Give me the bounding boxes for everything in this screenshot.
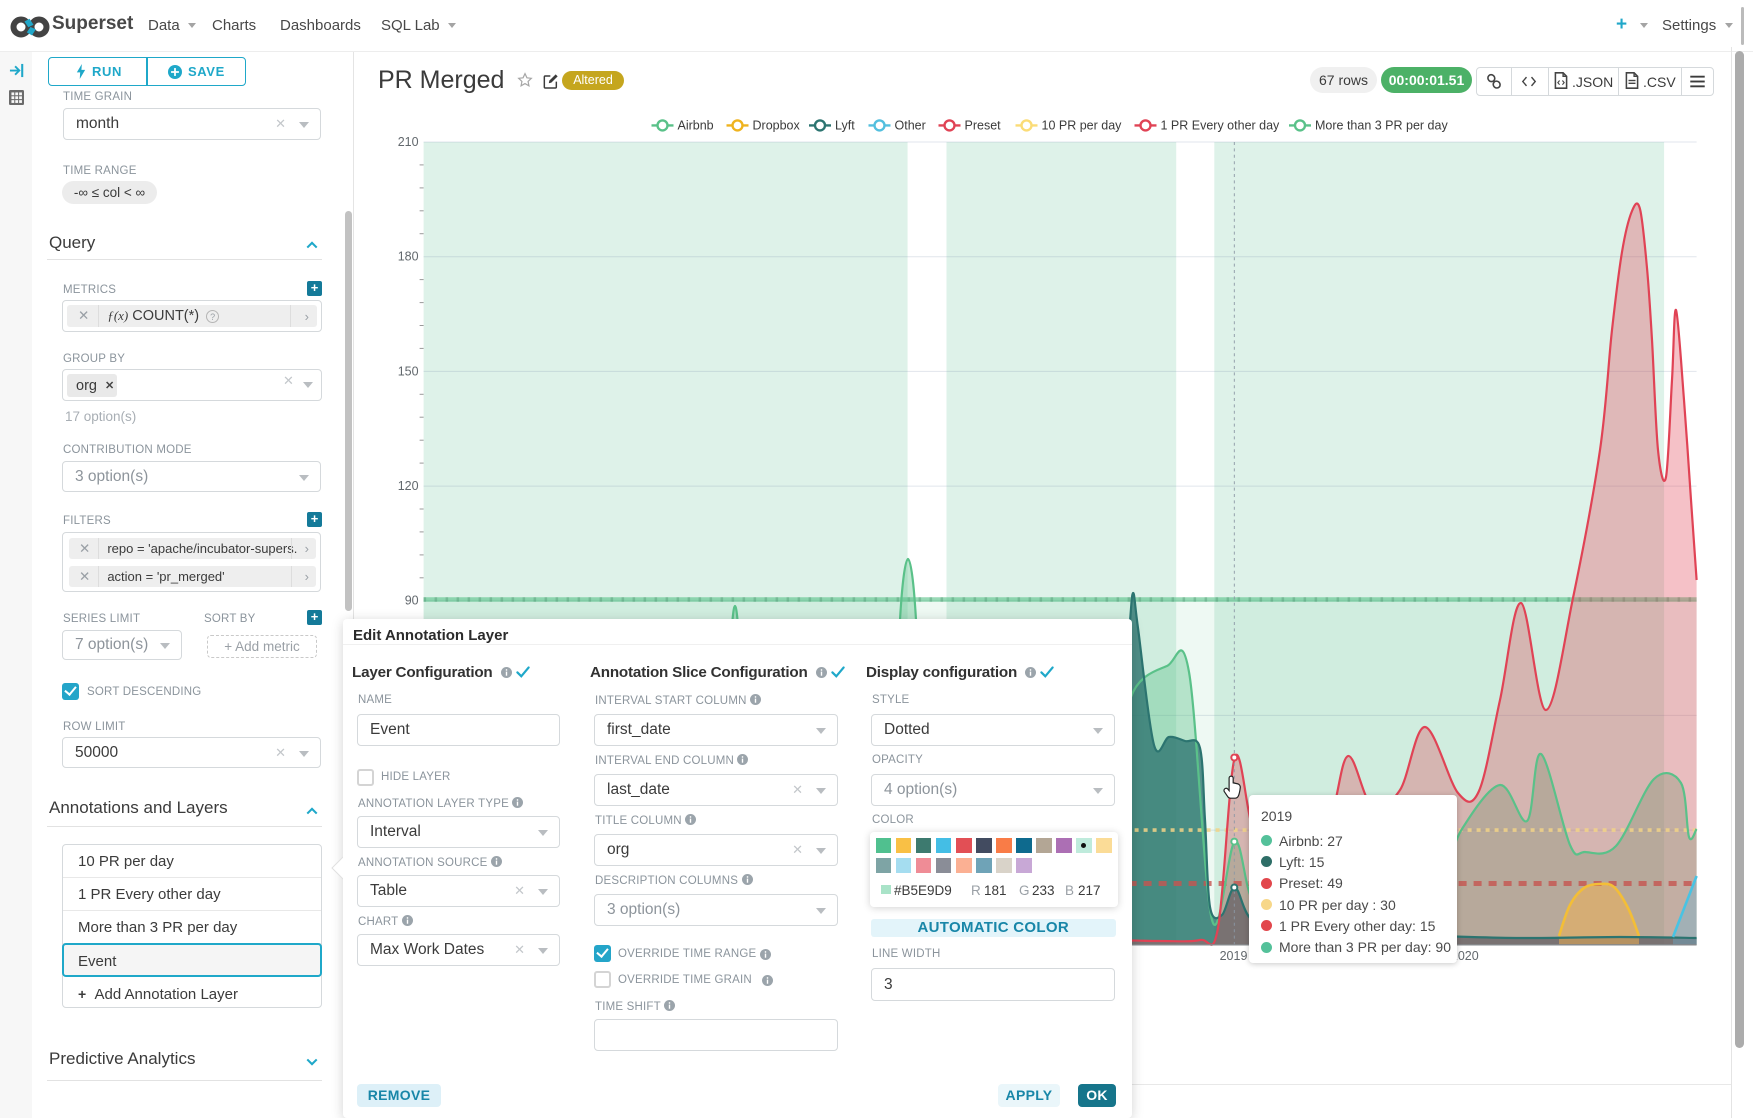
svg-text:Other: Other [895, 119, 926, 133]
svg-text:2019: 2019 [1220, 949, 1248, 963]
svg-text:120: 120 [398, 479, 419, 493]
svg-text:Lyft: Lyft [835, 119, 855, 133]
svg-text:180: 180 [398, 250, 419, 264]
svg-text:Preset: Preset [965, 119, 1002, 133]
svg-text:More than 3 PR per day: More than 3 PR per day [1315, 119, 1448, 133]
svg-text:Airbnb: Airbnb [678, 119, 714, 133]
svg-text:150: 150 [398, 364, 419, 378]
svg-text:90: 90 [405, 594, 419, 608]
svg-text:10 PR per day: 10 PR per day [1042, 119, 1123, 133]
svg-text:1 PR Every other day: 1 PR Every other day [1161, 119, 1281, 133]
svg-text:Dropbox: Dropbox [753, 119, 801, 133]
